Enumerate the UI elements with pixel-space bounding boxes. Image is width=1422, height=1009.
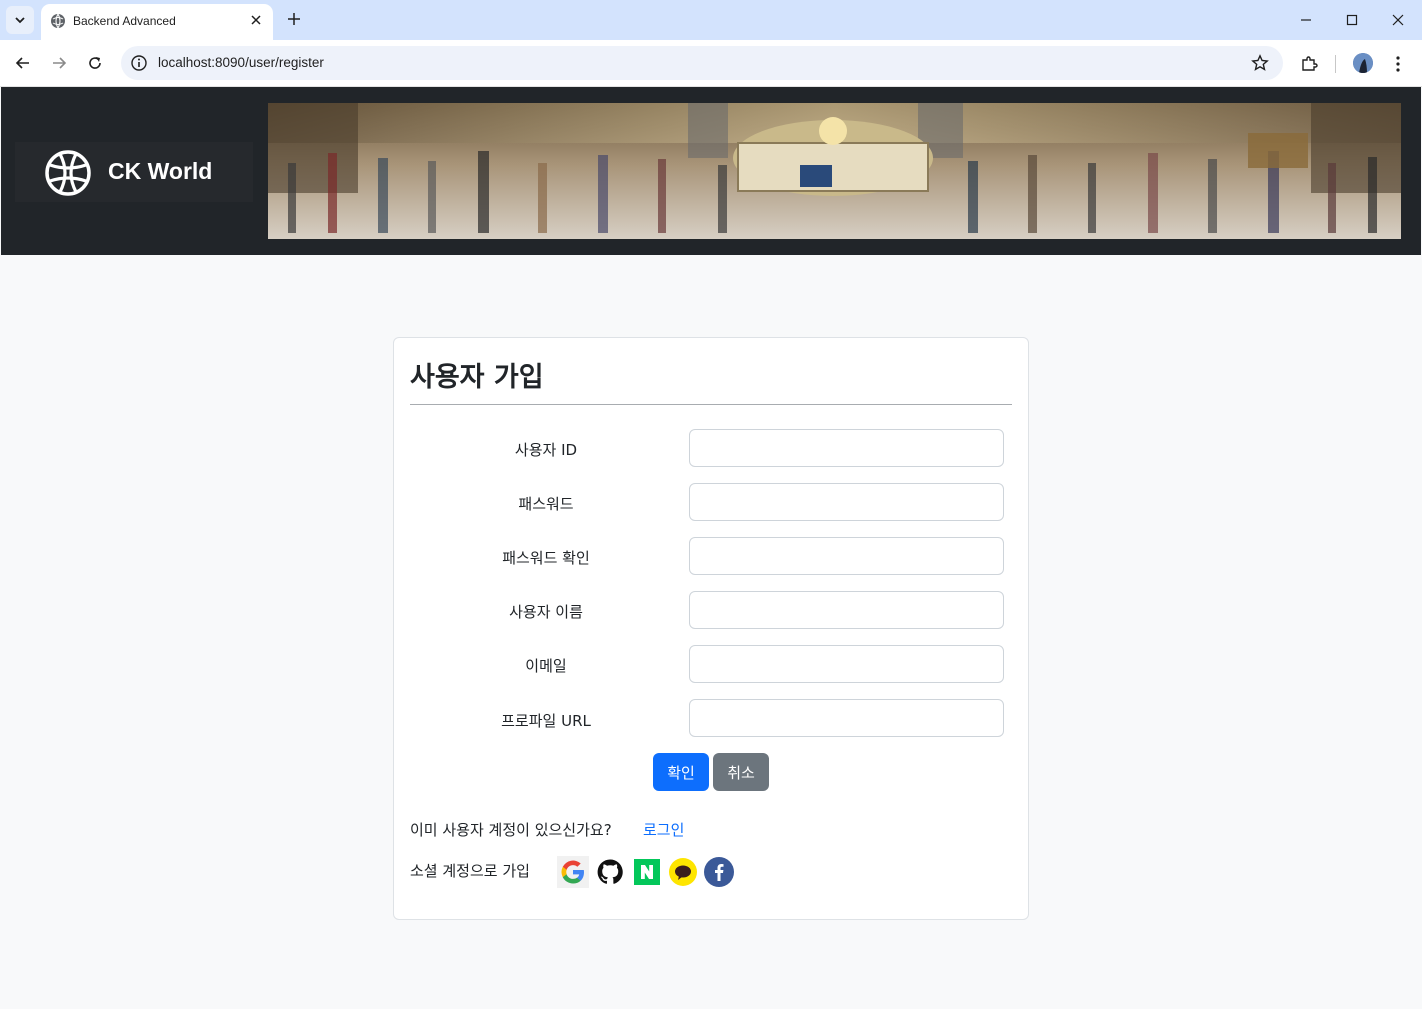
title-divider: [410, 404, 1012, 405]
profile-avatar[interactable]: [1353, 53, 1373, 73]
password-confirm-input[interactable]: [689, 537, 1004, 575]
label-password: 패스워드: [518, 495, 574, 513]
more-menu-icon[interactable]: [1387, 53, 1409, 75]
address-bar[interactable]: localhost:8090/user/register: [121, 46, 1283, 80]
label-user-name: 사용자 이름: [509, 603, 583, 621]
browser-tabstrip: Backend Advanced: [0, 0, 1422, 40]
user-id-input[interactable]: [689, 429, 1004, 467]
confirm-button[interactable]: 확인: [653, 753, 709, 791]
browser-tab-active[interactable]: Backend Advanced: [41, 4, 273, 40]
toolbar-separator: [1335, 55, 1336, 73]
github-icon[interactable]: [594, 856, 626, 888]
minimize-icon[interactable]: [1283, 0, 1329, 40]
page-title: 사용자 가입: [410, 362, 544, 393]
extensions-puzzle-icon[interactable]: [1298, 53, 1320, 75]
profile-url-input[interactable]: [689, 699, 1004, 737]
globe-icon: [45, 150, 91, 196]
site-header: CK World: [1, 87, 1421, 255]
site-info-icon[interactable]: [130, 54, 148, 72]
tab-search-button[interactable]: [6, 6, 34, 34]
user-name-input[interactable]: [689, 591, 1004, 629]
banner-photo: [268, 103, 1401, 239]
label-password-confirm: 패스워드 확인: [502, 549, 590, 567]
forward-arrow-icon[interactable]: [46, 50, 72, 76]
naver-icon[interactable]: [631, 856, 663, 888]
login-link[interactable]: 로그인: [643, 819, 684, 840]
label-user-id: 사용자 ID: [514, 441, 578, 459]
url-text: localhost:8090/user/register: [158, 55, 324, 70]
chevron-down-icon: [15, 17, 25, 24]
brand-name: CK World: [108, 158, 213, 184]
label-profile-url: 프로파일 URL: [501, 712, 591, 730]
google-icon[interactable]: [557, 856, 589, 888]
brand-logo-link[interactable]: CK World: [15, 142, 253, 202]
already-have-account-text: 이미 사용자 계정이 있으신가요?: [410, 821, 612, 839]
password-input[interactable]: [689, 483, 1004, 521]
cancel-button[interactable]: 취소: [713, 753, 769, 791]
social-signup-label: 소셜 계정으로 가입: [410, 862, 530, 880]
maximize-icon[interactable]: [1329, 0, 1375, 40]
tab-title: Backend Advanced: [73, 14, 176, 28]
facebook-icon[interactable]: [703, 856, 735, 888]
globe-favicon-icon: [51, 13, 65, 29]
email-input[interactable]: [689, 645, 1004, 683]
kakao-icon[interactable]: [667, 856, 699, 888]
register-card: 사용자 가입 사용자 ID 패스워드 패스워드 확인 사용자 이름 이메일 프로…: [393, 337, 1029, 920]
reload-icon[interactable]: [82, 50, 108, 76]
close-window-icon[interactable]: [1375, 0, 1421, 40]
new-tab-icon[interactable]: [283, 8, 305, 30]
back-arrow-icon[interactable]: [10, 50, 36, 76]
bookmark-star-icon[interactable]: [1251, 54, 1269, 72]
browser-toolbar: localhost:8090/user/register: [0, 40, 1422, 87]
close-tab-icon[interactable]: [247, 11, 265, 29]
label-email: 이메일: [525, 657, 567, 675]
